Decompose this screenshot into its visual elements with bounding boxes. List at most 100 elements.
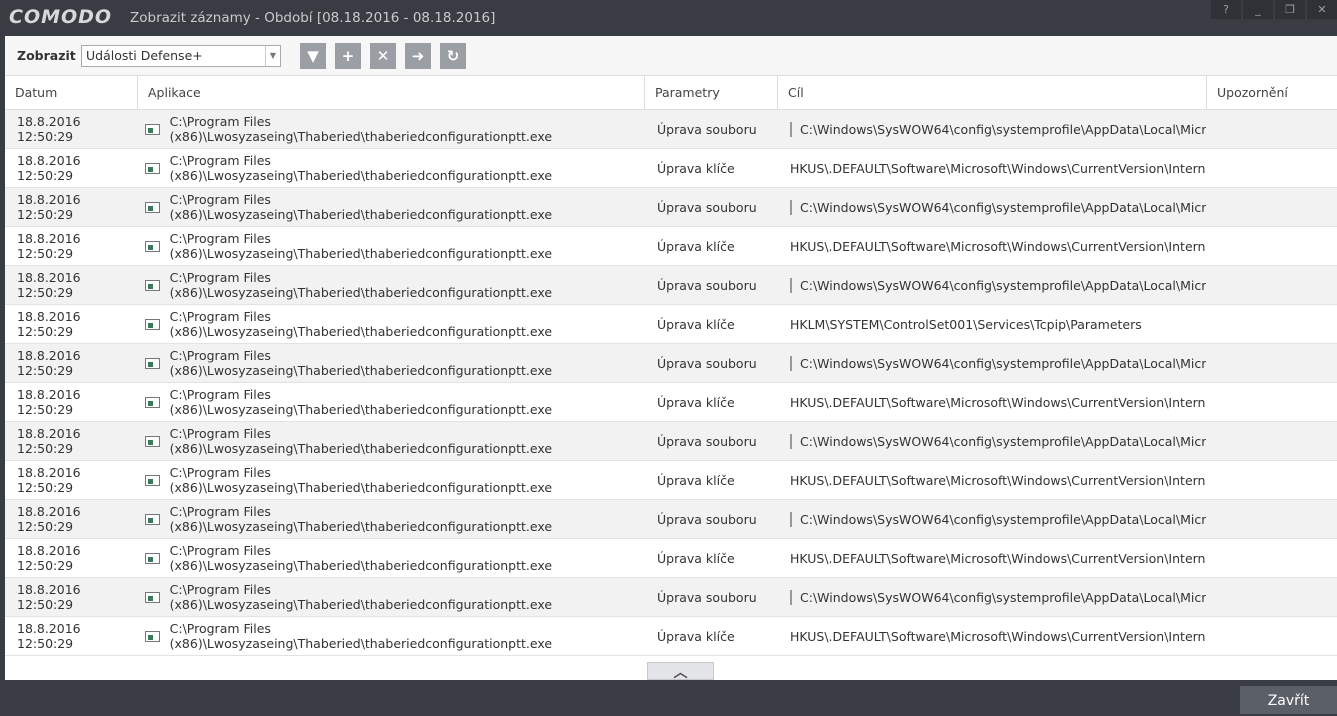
column-header-target[interactable]: Cíl (778, 76, 1207, 109)
application-icon (145, 201, 160, 213)
table-row[interactable]: 18.8.2016 12:50:29 C:\Program Files (x86… (5, 149, 1337, 188)
help-button[interactable]: ? (1211, 0, 1241, 19)
date-cell: 18.8.2016 12:50:29 (17, 270, 81, 300)
file-icon (790, 277, 792, 293)
refresh-icon: ↻ (446, 47, 460, 65)
date-cell: 18.8.2016 12:50:29 (17, 387, 81, 417)
table-body: 18.8.2016 12:50:29 C:\Program Files (x86… (5, 110, 1337, 656)
select-value: Události Defense+ (86, 48, 203, 63)
application-icon (145, 357, 160, 369)
application-path: C:\Program Files (x86)\Lwosyzaseing\Thab… (169, 465, 553, 495)
delete-button[interactable]: ✕ (370, 43, 396, 69)
table-row[interactable]: 18.8.2016 12:50:29 C:\Program Files (x86… (5, 500, 1337, 539)
table-row[interactable]: 18.8.2016 12:50:29 C:\Program Files (x86… (5, 305, 1337, 344)
parameters-cell: Úprava klíče (657, 160, 735, 176)
parameters-cell: Úprava souboru (657, 511, 757, 527)
filter-button[interactable]: ▼ (300, 43, 326, 69)
date-cell: 18.8.2016 12:50:29 (17, 192, 81, 222)
application-path: C:\Program Files (x86)\Lwosyzaseing\Thab… (169, 348, 553, 378)
parameters-cell: Úprava souboru (657, 355, 757, 371)
refresh-button[interactable]: ↻ (440, 43, 466, 69)
plus-icon: + (341, 47, 355, 65)
table-row[interactable]: 18.8.2016 12:50:29 C:\Program Files (x86… (5, 578, 1337, 617)
table-row[interactable]: 18.8.2016 12:50:29 C:\Program Files (x86… (5, 266, 1337, 305)
table-row[interactable]: 18.8.2016 12:50:29 C:\Program Files (x86… (5, 110, 1337, 149)
application-path: C:\Program Files (x86)\Lwosyzaseing\Thab… (169, 504, 553, 534)
application-icon (145, 240, 160, 252)
target-cell: C:\Windows\SysWOW64\config\systemprofile… (777, 355, 1206, 371)
application-cell: C:\Program Files (x86)\Lwosyzaseing\Thab… (137, 270, 644, 300)
log-type-select[interactable]: Události Defense+ ▼ (81, 45, 281, 67)
column-header-alert[interactable]: Upozornění (1207, 76, 1337, 109)
table-row[interactable]: 18.8.2016 12:50:29 C:\Program Files (x86… (5, 227, 1337, 266)
column-header-date[interactable]: Datum (5, 76, 138, 109)
application-cell: C:\Program Files (x86)\Lwosyzaseing\Thab… (137, 309, 644, 339)
application-cell: C:\Program Files (x86)\Lwosyzaseing\Thab… (137, 426, 644, 456)
close-window-button[interactable]: ✕ (1307, 0, 1337, 19)
target-cell: HKUS\.DEFAULT\Software\Microsoft\Windows… (777, 629, 1206, 644)
application-icon (145, 162, 160, 174)
application-cell: C:\Program Files (x86)\Lwosyzaseing\Thab… (137, 192, 644, 222)
file-icon (790, 121, 792, 137)
application-icon (145, 513, 160, 525)
application-cell: C:\Program Files (x86)\Lwosyzaseing\Thab… (137, 348, 644, 378)
application-cell: C:\Program Files (x86)\Lwosyzaseing\Thab… (137, 465, 644, 495)
target-path: C:\Windows\SysWOW64\config\systemprofile… (800, 199, 1206, 215)
target-cell: C:\Windows\SysWOW64\config\systemprofile… (777, 121, 1206, 137)
target-cell: HKLM\SYSTEM\ControlSet001\Services\Tcpip… (777, 317, 1206, 332)
parameters-cell: Úprava souboru (657, 589, 757, 605)
application-cell: C:\Program Files (x86)\Lwosyzaseing\Thab… (137, 504, 644, 534)
application-cell: C:\Program Files (x86)\Lwosyzaseing\Thab… (137, 387, 644, 417)
application-cell: C:\Program Files (x86)\Lwosyzaseing\Thab… (137, 153, 644, 183)
filter-icon: ▼ (307, 47, 319, 65)
application-path: C:\Program Files (x86)\Lwosyzaseing\Thab… (169, 153, 553, 183)
application-path: C:\Program Files (x86)\Lwosyzaseing\Thab… (169, 426, 553, 456)
table-row[interactable]: 18.8.2016 12:50:29 C:\Program Files (x86… (5, 461, 1337, 500)
application-cell: C:\Program Files (x86)\Lwosyzaseing\Thab… (137, 114, 644, 144)
application-icon (145, 591, 160, 603)
target-cell: C:\Windows\SysWOW64\config\systemprofile… (777, 433, 1206, 449)
date-cell: 18.8.2016 12:50:29 (17, 504, 81, 534)
table-row[interactable]: 18.8.2016 12:50:29 C:\Program Files (x86… (5, 383, 1337, 422)
target-path: HKLM\SYSTEM\ControlSet001\Services\Tcpip… (790, 316, 1142, 332)
close-button[interactable]: Zavřít (1240, 686, 1337, 714)
log-viewer: Zobrazit Události Defense+ ▼ ▼ + ✕ ➜ ↻ D… (5, 36, 1337, 681)
application-path: C:\Program Files (x86)\Lwosyzaseing\Thab… (169, 543, 553, 573)
file-icon (790, 589, 792, 605)
parameters-cell: Úprava souboru (657, 277, 757, 293)
export-button[interactable]: ➜ (405, 43, 431, 69)
parameters-cell: Úprava klíče (657, 238, 735, 254)
add-button[interactable]: + (335, 43, 361, 69)
table-row[interactable]: 18.8.2016 12:50:29 C:\Program Files (x86… (5, 422, 1337, 461)
file-icon (790, 433, 792, 449)
file-icon (790, 199, 792, 215)
target-path: C:\Windows\SysWOW64\config\systemprofile… (800, 277, 1206, 293)
target-path: HKUS\.DEFAULT\Software\Microsoft\Windows… (790, 472, 1206, 488)
toolbar: Zobrazit Události Defense+ ▼ ▼ + ✕ ➜ ↻ (5, 36, 1337, 76)
application-icon (145, 552, 160, 564)
target-cell: HKUS\.DEFAULT\Software\Microsoft\Windows… (777, 239, 1206, 254)
parameters-cell: Úprava klíče (657, 628, 735, 644)
application-path: C:\Program Files (x86)\Lwosyzaseing\Thab… (169, 192, 553, 222)
chevron-up-icon: ︿ (673, 665, 688, 681)
title-bar: COMODO Zobrazit záznamy - Období [08.18.… (0, 0, 1337, 36)
table-row[interactable]: 18.8.2016 12:50:29 C:\Program Files (x86… (5, 539, 1337, 578)
date-cell: 18.8.2016 12:50:29 (17, 426, 81, 456)
target-path: C:\Windows\SysWOW64\config\systemprofile… (800, 433, 1206, 449)
delete-icon: ✕ (376, 47, 390, 65)
column-header-parameters[interactable]: Parametry (645, 76, 778, 109)
table-row[interactable]: 18.8.2016 12:50:29 C:\Program Files (x86… (5, 617, 1337, 656)
application-path: C:\Program Files (x86)\Lwosyzaseing\Thab… (169, 621, 553, 651)
table-row[interactable]: 18.8.2016 12:50:29 C:\Program Files (x86… (5, 188, 1337, 227)
collapse-button[interactable]: ︿ (647, 662, 714, 681)
target-path: HKUS\.DEFAULT\Software\Microsoft\Windows… (790, 160, 1206, 176)
minimize-button[interactable]: _ (1243, 0, 1273, 19)
view-label: Zobrazit (17, 48, 76, 63)
column-header-application[interactable]: Aplikace (138, 76, 645, 109)
target-path: C:\Windows\SysWOW64\config\systemprofile… (800, 121, 1206, 137)
chevron-down-icon[interactable]: ▼ (265, 46, 280, 66)
date-cell: 18.8.2016 12:50:29 (17, 309, 81, 339)
target-cell: C:\Windows\SysWOW64\config\systemprofile… (777, 199, 1206, 215)
restore-button[interactable]: ❐ (1275, 0, 1305, 19)
table-row[interactable]: 18.8.2016 12:50:29 C:\Program Files (x86… (5, 344, 1337, 383)
